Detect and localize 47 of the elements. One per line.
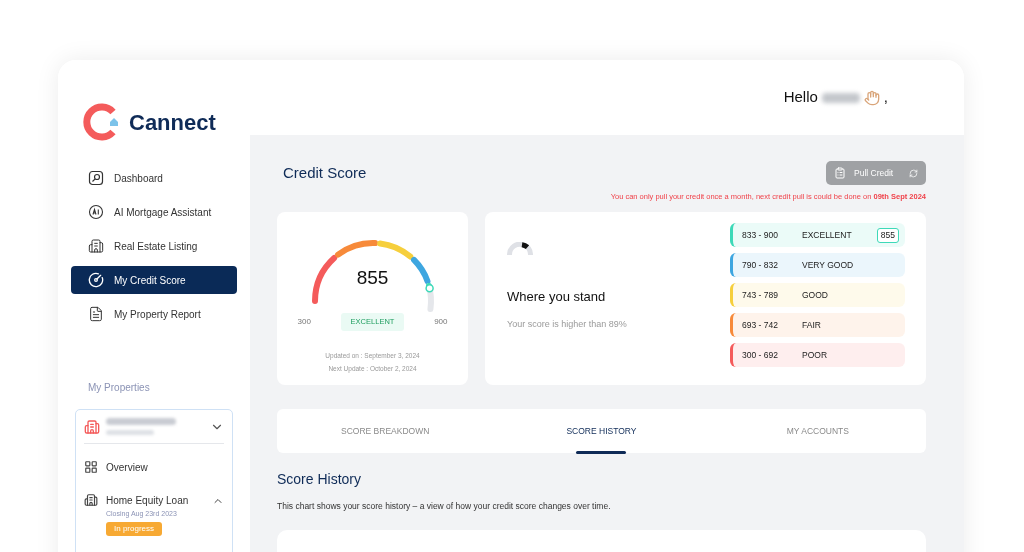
nav-item[interactable]: My Credit Score	[71, 266, 237, 294]
greeting-punctuation: ,	[883, 87, 888, 108]
clipboard-icon	[834, 167, 846, 179]
range-value: 790 - 832	[742, 258, 779, 272]
building-icon	[88, 238, 104, 254]
building-icon	[84, 493, 98, 507]
section-title: My Properties	[87, 381, 151, 395]
property-menu-item[interactable]: Home Equity Loan	[106, 493, 212, 508]
status-badge: In progress	[106, 521, 163, 536]
range-label: VERY GOOD	[802, 258, 855, 272]
range-label: GOOD	[802, 288, 829, 302]
refresh-icon	[909, 168, 918, 178]
range-value: 743 - 789	[742, 288, 779, 302]
gauge-min: 300	[297, 315, 311, 328]
range-label: POOR	[802, 348, 829, 362]
grid-icon	[84, 460, 98, 474]
section-heading: Score History	[277, 470, 363, 490]
gauge-max: 900	[434, 315, 448, 328]
range-label: EXCELLENT	[802, 228, 853, 242]
range-label: FAIR	[802, 318, 822, 332]
gauge-icon	[88, 272, 104, 288]
tab[interactable]: SCORE HISTORY	[493, 409, 710, 454]
greeting: Hello	[783, 87, 818, 108]
tab[interactable]: MY ACCOUNTS	[709, 409, 926, 454]
nav-item[interactable]: AI Mortgage Assistant	[71, 198, 237, 226]
range-value: 833 - 900	[742, 228, 779, 242]
property-menu-item[interactable]: Overview	[106, 460, 224, 475]
nav-item[interactable]: Real Estate Listing	[71, 232, 237, 260]
nav-item[interactable]: My Property Report	[71, 300, 237, 328]
document-icon	[88, 306, 104, 322]
standing-subtitle: Your score is higher than 89%	[507, 317, 628, 331]
standing-title: Where you stand	[507, 288, 607, 307]
current-score-badge: 855	[876, 227, 899, 243]
logo-icon	[83, 103, 121, 141]
ai-icon	[88, 204, 104, 220]
nav-item[interactable]: Dashboard	[71, 164, 237, 192]
brand-name: Cannect	[129, 108, 216, 137]
blurred-user-name	[821, 92, 860, 103]
building-icon	[84, 418, 100, 435]
range-value: 300 - 692	[742, 348, 779, 362]
credit-score: 855	[355, 266, 390, 291]
range-value: 693 - 742	[742, 318, 779, 332]
tab[interactable]: SCORE BREAKDOWN	[277, 409, 494, 454]
section-description: This chart shows your score history – a view of how your credit score changes over time.	[277, 500, 612, 513]
page-title: Credit Score	[282, 162, 367, 183]
waving-hand-icon	[863, 89, 880, 106]
mini-gauge-icon	[507, 242, 533, 256]
